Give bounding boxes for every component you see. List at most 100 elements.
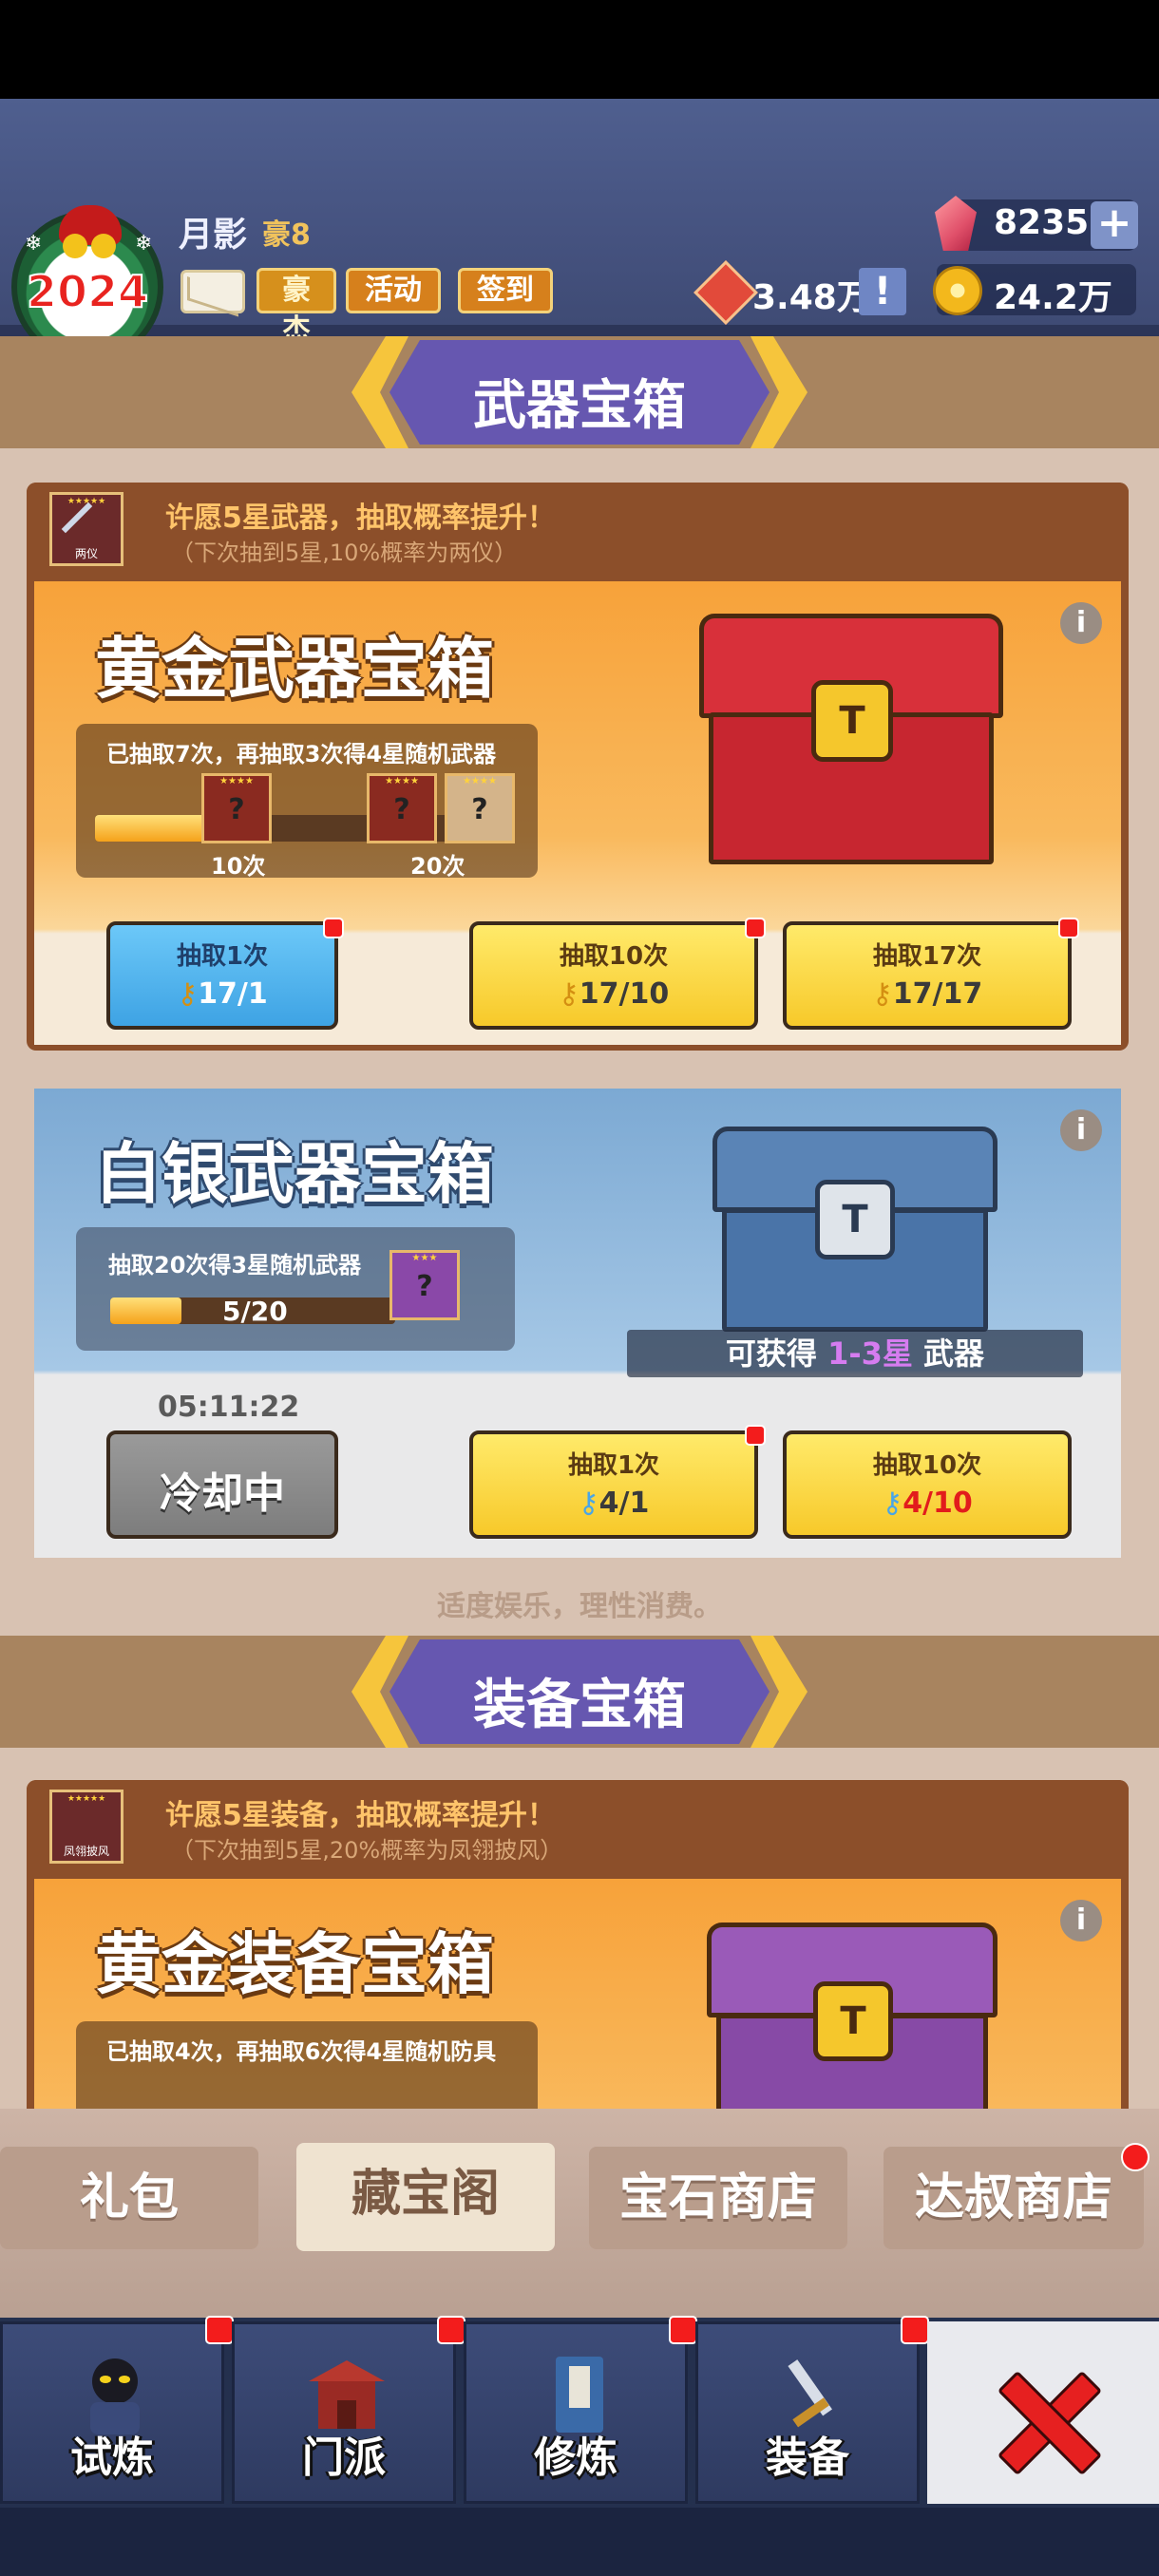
cooldown-label: 冷却中 — [160, 1469, 285, 1518]
chest-lock: T — [813, 1981, 893, 2061]
gold-weapon-title: 黄金武器宝箱 — [95, 630, 494, 708]
button-count: ⚷4/1 — [473, 1487, 754, 1520]
weapon-section-ribbon: 武器宝箱 — [352, 336, 808, 448]
slogan: 适度娱乐，理性消费。 — [437, 1590, 722, 1623]
milestone-label-20: 20次 — [410, 853, 466, 880]
button-title: 抽取10次 — [872, 1451, 982, 1480]
player-name: 月影 — [179, 216, 248, 255]
obtain-suffix: 武器 — [923, 1335, 985, 1372]
silver-weapon-progress-text: 抽取20次得3星随机武器 — [108, 1252, 362, 1279]
notification-dot — [1121, 2143, 1150, 2171]
nav-trial[interactable]: 试炼 — [0, 2321, 224, 2504]
bell-icon — [91, 234, 116, 258]
tab-gift-pack[interactable]: 礼包 — [0, 2147, 258, 2249]
status-bar — [0, 0, 1159, 99]
notification-dot — [901, 2316, 929, 2344]
wish-title: 许愿5星武器，抽取概率提升！ — [165, 502, 556, 535]
nav-sect[interactable]: 门派 — [232, 2321, 456, 2504]
close-icon[interactable] — [998, 2373, 1092, 2468]
nav-equipment[interactable]: 装备 — [695, 2321, 920, 2504]
wish-icon-label: 凤翎披风 — [63, 1845, 109, 1858]
silver-weapon-progress-fill — [110, 1297, 181, 1324]
button-count: ⚷17/1 — [110, 977, 334, 1011]
equipment-chest-icon: T — [707, 1923, 998, 2122]
wish-equipment-icon[interactable]: ★★★★★ 凤翎披风 — [49, 1790, 124, 1864]
mini-mystery: ? — [228, 793, 245, 826]
notification-dot — [205, 2316, 234, 2344]
mail-icon[interactable] — [180, 270, 245, 313]
obtain-prefix: 可获得 — [725, 1335, 817, 1372]
gold-weapon-draw-10-button[interactable]: 抽取10次 ⚷17/10 — [469, 921, 758, 1030]
count-value: 4/1 — [598, 1487, 650, 1520]
button-count: ⚷4/10 — [787, 1487, 1068, 1520]
notification-dot — [323, 918, 344, 938]
event-button[interactable]: 活动 — [346, 268, 441, 313]
silver-weapon-draw-1-button[interactable]: 抽取1次 ⚷4/1 — [469, 1430, 758, 1539]
wish-subtitle: （下次抽到5星,10%概率为两仪） — [171, 540, 518, 566]
silver-chest-icon: T — [712, 1127, 998, 1335]
chest-lock: T — [811, 680, 893, 762]
milestone-reward-20b[interactable]: ★★★★ ? — [445, 773, 515, 843]
add-gems-button[interactable]: + — [1091, 201, 1138, 249]
mini-mystery: ? — [471, 793, 488, 826]
wish-icon-label: 两仪 — [74, 547, 98, 560]
wish-weapon-icon[interactable]: ★★★★★ 两仪 — [49, 492, 124, 566]
key-icon: ⚷ — [871, 977, 893, 1011]
button-title: 抽取17次 — [872, 942, 982, 971]
coupon-value: 3.48万 — [752, 278, 871, 317]
notification-dot — [745, 918, 766, 938]
silver-cooldown-button[interactable]: 冷却中 — [106, 1430, 338, 1539]
chest-lock: T — [815, 1180, 895, 1260]
gold-weapon-draw-17-button[interactable]: 抽取17次 ⚷17/17 — [783, 921, 1072, 1030]
count-value: 17/10 — [579, 977, 670, 1011]
nav-training[interactable]: 修炼 — [464, 2321, 688, 2504]
milestone-reward-10[interactable]: ★★★★ ? — [201, 773, 272, 843]
weapon-section-title: 武器宝箱 — [473, 375, 686, 437]
silver-weapon-progress-value: 5/20 — [222, 1296, 288, 1327]
notification-dot — [1058, 918, 1079, 938]
silver-milestone-reward[interactable]: ★★★ ? — [390, 1250, 460, 1320]
tab-gem-shop[interactable]: 宝石商店 — [589, 2147, 847, 2249]
snowflake-icon: ❄ — [25, 232, 43, 256]
equipment-wish-subtitle: （下次抽到5星,20%概率为凤翎披风） — [171, 1837, 563, 1864]
mini-mystery: ? — [393, 793, 410, 826]
count-value: 17/1 — [198, 977, 268, 1011]
milestone-reward-20a[interactable]: ★★★★ ? — [367, 773, 437, 843]
button-title: 抽取1次 — [567, 1451, 660, 1480]
coin-value: 24.2万 — [994, 278, 1112, 317]
hero-button[interactable]: 豪杰 — [256, 268, 336, 347]
nav-label: 试炼 — [70, 2434, 154, 2482]
gold-chest-icon: T — [699, 614, 1003, 870]
snowflake-icon: ❄ — [135, 232, 153, 256]
notification-dot — [437, 2316, 466, 2344]
wish-icon-stars: ★★★★★ — [66, 1794, 106, 1804]
key-icon: ⚷ — [558, 977, 580, 1011]
button-count: ⚷17/10 — [473, 977, 754, 1011]
tab-uncle-shop[interactable]: 达叔商店 — [884, 2147, 1144, 2249]
info-icon[interactable]: i — [1060, 1109, 1102, 1151]
nav-label: 修炼 — [534, 2434, 618, 2482]
silver-weapon-title: 白银武器宝箱 — [95, 1135, 494, 1213]
silver-obtain-range: 可获得 1-3星 武器 — [627, 1330, 1083, 1377]
coupon-info-button[interactable]: ! — [859, 268, 906, 315]
system-nav-bar — [0, 2508, 1159, 2576]
mini-stars: ★★★★ — [463, 776, 497, 786]
gold-equipment-title: 黄金装备宝箱 — [95, 1925, 494, 2003]
key-icon: ⚷ — [578, 1487, 599, 1520]
nav-label: 装备 — [766, 2434, 849, 2482]
bell-icon — [63, 234, 87, 258]
silver-weapon-draw-10-button[interactable]: 抽取10次 ⚷4/10 — [783, 1430, 1072, 1539]
vip-level: 豪8 — [262, 218, 311, 252]
checkin-button[interactable]: 签到 — [458, 268, 553, 313]
info-icon[interactable]: i — [1060, 1900, 1102, 1941]
mini-stars: ★★★ — [411, 1253, 438, 1263]
count-value: 4/10 — [902, 1487, 973, 1520]
tab-treasure-pavilion[interactable]: 藏宝阁 — [296, 2143, 555, 2251]
avatar-year: 2024 — [26, 265, 149, 318]
info-icon[interactable]: i — [1060, 602, 1102, 644]
gold-weapon-draw-1-button[interactable]: 抽取1次 ⚷17/1 — [106, 921, 338, 1030]
key-icon: ⚷ — [177, 977, 199, 1011]
obtain-range: 1-3星 — [827, 1335, 913, 1372]
key-icon: ⚷ — [882, 1487, 903, 1520]
milestone-label-10: 10次 — [211, 853, 266, 880]
